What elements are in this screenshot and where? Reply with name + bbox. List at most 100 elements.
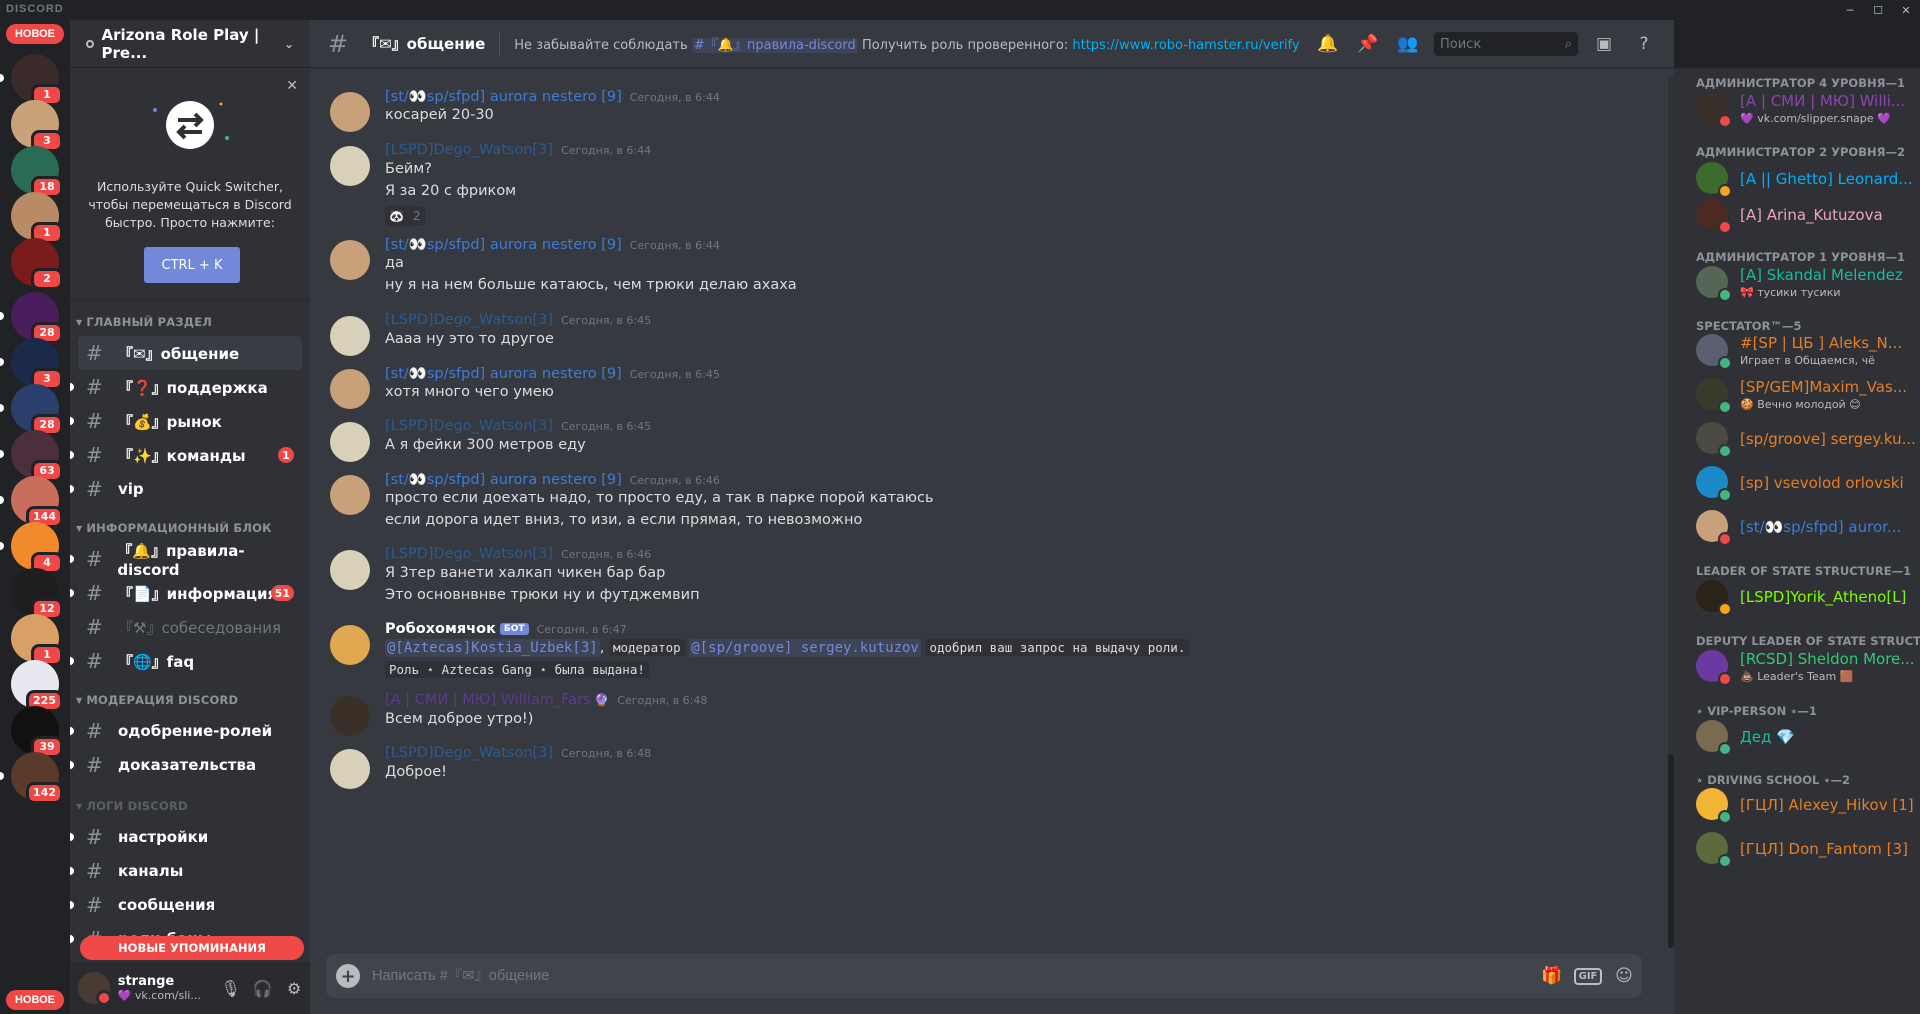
member-item[interactable]: [A] Skandal Melendez 🎀 тусики тусики: [1696, 262, 1916, 304]
message-author[interactable]: [LSPD]Dego_Watson[3]: [385, 546, 553, 562]
quick-switcher-button[interactable]: CTRL + K: [144, 247, 240, 283]
avatar[interactable]: [330, 316, 370, 356]
server-icon[interactable]: 3: [0, 338, 63, 390]
maximize-icon[interactable]: ☐: [1864, 0, 1892, 20]
category-mod[interactable]: ▼ МОДЕРАЦИЯ DISCORD: [70, 686, 310, 714]
avatar[interactable]: [330, 696, 370, 736]
avatar[interactable]: [330, 475, 370, 515]
server-icon[interactable]: 39: [11, 706, 63, 758]
channel-rules[interactable]: # 『🔔』правила-discord: [70, 542, 302, 579]
category-main[interactable]: ▼ ГЛАВНЫЙ РАЗДЕЛ: [70, 308, 310, 336]
channel-commands[interactable]: # 『✨』команды 1: [70, 438, 302, 472]
channel-vip[interactable]: # vip: [70, 472, 302, 506]
topic-link[interactable]: https://www.robo-hamster.ru/verify: [1072, 38, 1299, 53]
headphones-icon[interactable]: 🎧: [247, 972, 279, 1004]
channel-support[interactable]: # 『❓』поддержка: [70, 370, 302, 404]
inbox-icon[interactable]: ▣: [1590, 32, 1618, 56]
message-author[interactable]: [st/👀sp/sfpd] aurora nestero [9]: [385, 366, 622, 382]
avatar[interactable]: [330, 92, 370, 132]
server-icon[interactable]: 28: [0, 384, 63, 436]
server-icon[interactable]: 18: [11, 146, 63, 198]
member-item[interactable]: [SP/GEM]Maxim_Vas... 🍪 Вечно молодой 😊: [1696, 374, 1916, 416]
message-author[interactable]: [st/👀sp/sfpd] aurora nestero [9]: [385, 237, 622, 253]
avatar[interactable]: [330, 422, 370, 462]
channel-proofs[interactable]: # доказательства: [70, 748, 302, 782]
message-text: Доброе!: [385, 764, 447, 780]
avatar[interactable]: [330, 749, 370, 789]
topic-channel-mention[interactable]: #『🔔』правила-discord: [691, 38, 858, 53]
guild-header[interactable]: Arizona Role Play | Pre... ⌄: [70, 20, 310, 68]
server-icon[interactable]: 2: [11, 238, 63, 290]
close-icon[interactable]: ✕: [286, 78, 298, 94]
member-list: АДМИНИСТРАТОР 4 УРОВНЯ—1 [A | СМИ | МЮ] …: [1674, 68, 1920, 1014]
server-icon[interactable]: 142: [0, 752, 63, 804]
member-item[interactable]: [LSPD]Yorik_Atheno[L]: [1696, 576, 1916, 618]
server-icon[interactable]: 1: [11, 192, 63, 244]
server-icon[interactable]: 4: [0, 522, 63, 574]
channel-interviews[interactable]: # 『⚒』собеседования: [78, 610, 302, 644]
channel-msg-logs[interactable]: # сообщения: [70, 888, 302, 922]
category-logs[interactable]: ▼ ЛОГИ DISCORD: [70, 792, 310, 820]
message-input[interactable]: [372, 968, 1534, 984]
gear-icon[interactable]: ⚙: [278, 972, 310, 1004]
message-author[interactable]: [st/👀sp/sfpd] aurora nestero [9]: [385, 472, 622, 488]
server-icon[interactable]: 63: [0, 430, 63, 482]
member-item[interactable]: [RCSD] Sheldon More... 💩 Leader's Team 🟫: [1696, 646, 1916, 688]
member-item[interactable]: [st/👀sp/sfpd] auror...: [1696, 506, 1916, 548]
member-item[interactable]: Дед 💎: [1696, 716, 1916, 758]
member-item[interactable]: #[SP | ЦБ ] Aleks_N... Играет в Общаемся,…: [1696, 330, 1916, 372]
channel-general[interactable]: # 『✉』общение: [78, 336, 302, 370]
members-icon[interactable]: 👥: [1394, 32, 1422, 56]
message-author[interactable]: [LSPD]Dego_Watson[3]: [385, 142, 553, 158]
avatar[interactable]: [78, 972, 112, 1006]
help-icon[interactable]: ?: [1630, 32, 1658, 56]
upload-plus-icon[interactable]: +: [336, 964, 360, 988]
pin-icon[interactable]: 📌: [1354, 32, 1382, 56]
message-author[interactable]: [A | СМИ | МЮ] William_Fars: [385, 692, 591, 708]
new-servers-pill[interactable]: НОВОЕ: [6, 24, 64, 44]
channel-settings[interactable]: # настройки: [70, 820, 302, 854]
member-item[interactable]: [sp/groove] sergey.ku...: [1696, 418, 1916, 460]
avatar[interactable]: [330, 550, 370, 590]
user-mention[interactable]: @[sp/groove] sergey.kutuzov: [689, 639, 921, 657]
minimize-icon[interactable]: ─: [1836, 0, 1864, 20]
avatar[interactable]: [330, 146, 370, 186]
avatar[interactable]: [330, 240, 370, 280]
message-author[interactable]: [LSPD]Dego_Watson[3]: [385, 745, 553, 761]
reaction[interactable]: 🐼 2: [385, 206, 425, 226]
search-input[interactable]: Поиск ⌕: [1434, 32, 1578, 56]
message-author[interactable]: [st/👀sp/sfpd] aurora nestero [9]: [385, 89, 622, 105]
emoji-icon[interactable]: ☺: [1610, 962, 1638, 990]
avatar[interactable]: [330, 625, 370, 665]
server-icon[interactable]: 1: [11, 614, 63, 666]
microphone-icon[interactable]: 🎙: [215, 972, 247, 1004]
bell-icon[interactable]: 🔔: [1314, 32, 1342, 56]
member-item[interactable]: [ГЦЛ] Don_Fantom [3]: [1696, 828, 1916, 870]
server-icon[interactable]: 144: [0, 476, 63, 528]
avatar[interactable]: [330, 369, 370, 409]
server-icon[interactable]: 225: [11, 660, 63, 712]
new-servers-pill-bottom[interactable]: НОВОЕ: [6, 990, 64, 1010]
gif-button[interactable]: GIF: [1573, 962, 1603, 990]
channel-faq[interactable]: # 『🌐』faq: [70, 644, 302, 678]
member-item[interactable]: [A] Arina_Kutuzova: [1696, 194, 1916, 236]
server-icon[interactable]: 3: [11, 100, 63, 152]
server-icon[interactable]: 1: [0, 54, 63, 106]
close-window-icon[interactable]: ✕: [1892, 0, 1920, 20]
new-mentions-button[interactable]: НОВЫЕ УПОМИНАНИЯ: [80, 936, 304, 960]
member-item[interactable]: [sp] vsevolod orlovski: [1696, 462, 1916, 504]
server-icon[interactable]: 28: [0, 292, 63, 344]
message-author[interactable]: [LSPD]Dego_Watson[3]: [385, 312, 553, 328]
message-author[interactable]: [LSPD]Dego_Watson[3]: [385, 418, 553, 434]
user-mention[interactable]: @[Aztecas]Kostia_Uzbek[3]: [385, 639, 600, 657]
channel-chan-logs[interactable]: # каналы: [70, 854, 302, 888]
channel-market[interactable]: # 『💰』рынок: [70, 404, 302, 438]
gift-icon[interactable]: 🎁: [1538, 962, 1566, 990]
member-item[interactable]: [A | СМИ | МЮ] Willi... 💜 vk.com/slipper.…: [1696, 88, 1916, 130]
message-author[interactable]: Робохомячок: [385, 621, 496, 637]
channel-role-approve[interactable]: # одобрение-ролей: [70, 714, 302, 748]
channel-info[interactable]: # 『📄』информация 51: [70, 576, 302, 610]
category-info[interactable]: ▼ ИНФОРМАЦИОННЫЙ БЛОК: [70, 514, 310, 542]
member-item[interactable]: [ГЦЛ] Alexey_Hikov [1]: [1696, 784, 1916, 826]
server-icon[interactable]: 12: [11, 568, 63, 620]
